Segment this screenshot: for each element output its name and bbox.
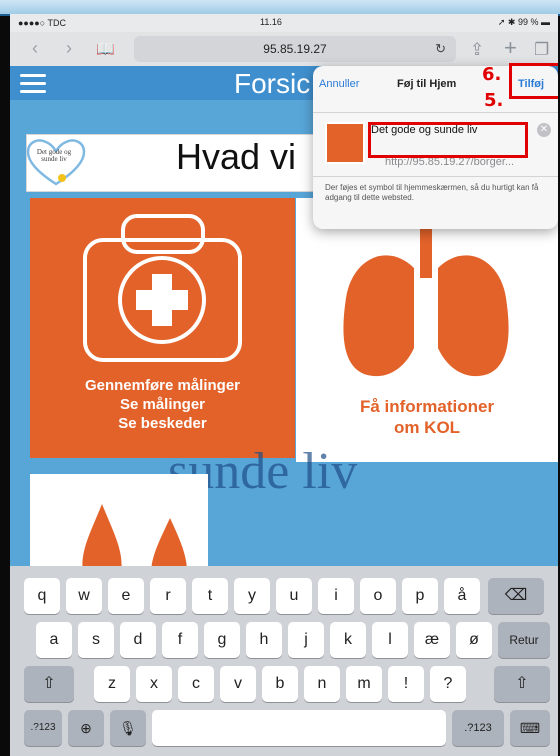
measure-line-1: Gennemføre målinger — [84, 377, 241, 394]
key-exclamation[interactable]: ! — [388, 666, 424, 702]
annotation-step6: 6. — [482, 64, 502, 85]
key-z[interactable]: z — [94, 666, 130, 702]
key-h[interactable]: h — [246, 622, 282, 658]
carrier-label: ●●●●○ TDC — [18, 18, 67, 28]
key-w[interactable]: w — [66, 578, 102, 614]
site-thumbnail — [325, 122, 365, 164]
reload-icon[interactable]: ↻ — [435, 41, 446, 57]
backspace-icon[interactable]: ⌫ — [488, 578, 544, 614]
key-b[interactable]: b — [262, 666, 298, 702]
key-x[interactable]: x — [136, 666, 172, 702]
measurements-tile[interactable]: Gennemføre målinger Se målinger Se beske… — [30, 198, 295, 458]
measure-line-3: Se beskeder — [118, 415, 207, 432]
blood-tile[interactable] — [30, 474, 208, 566]
share-icon[interactable]: ⇪ — [470, 40, 484, 60]
blood-drops-icon — [82, 504, 187, 566]
return-key[interactable]: Retur — [498, 622, 550, 658]
logo-text: Det gode og sunde liv — [36, 148, 72, 163]
key-g[interactable]: g — [204, 622, 240, 658]
tabs-icon[interactable]: ❐ — [534, 40, 549, 60]
key-u[interactable]: u — [276, 578, 312, 614]
key-y[interactable]: y — [234, 578, 270, 614]
onscreen-keyboard: q w e r t y u i o p å ⌫ a s d f g h j k … — [10, 566, 558, 756]
status-bar: ●●●●○ TDC 11.16 ➚ ✱ 99 % ▬ — [10, 14, 558, 32]
key-j[interactable]: j — [288, 622, 324, 658]
key-m[interactable]: m — [346, 666, 382, 702]
key-d[interactable]: d — [120, 622, 156, 658]
globe-icon[interactable]: ⊕ — [68, 710, 104, 746]
ipad-screen: ●●●●○ TDC 11.16 ➚ ✱ 99 % ▬ ‹ › 📖 95.85.1… — [10, 14, 558, 756]
key-a[interactable]: a — [36, 622, 72, 658]
forward-icon[interactable]: › — [66, 38, 72, 59]
menu-icon[interactable] — [20, 74, 46, 98]
numbers-key[interactable]: .?123 — [24, 710, 62, 746]
address-bar[interactable]: 95.85.19.27 ↻ — [134, 36, 456, 62]
keyboard-hide-icon[interactable]: ⌨ — [510, 710, 550, 746]
microphone-icon[interactable]: 🎙 — [110, 710, 146, 746]
kol-info-tile[interactable]: Få informationer om KOL — [296, 198, 558, 462]
numbers-key[interactable]: .?123 — [452, 710, 504, 746]
key-o[interactable]: o — [360, 578, 396, 614]
key-s[interactable]: s — [78, 622, 114, 658]
key-question[interactable]: ? — [430, 666, 466, 702]
key-i[interactable]: i — [318, 578, 354, 614]
popover-title: Føj til Hjem — [397, 78, 457, 90]
annotation-box-step5 — [368, 122, 528, 158]
back-icon[interactable]: ‹ — [32, 38, 38, 59]
site-brand: Forsic — [234, 68, 311, 99]
shift-icon[interactable]: ⇧ — [494, 666, 550, 702]
key-c[interactable]: c — [178, 666, 214, 702]
annotation-box-step6 — [509, 63, 558, 99]
measurements-label: Gennemføre målinger Se målinger Se beske… — [30, 376, 295, 433]
divider — [313, 176, 558, 177]
page-heading: Hvad vi — [176, 136, 297, 177]
new-tab-icon[interactable]: + — [504, 35, 517, 61]
battery-level: ➚ ✱ 99 % ▬ — [497, 17, 550, 27]
key-n[interactable]: n — [304, 666, 340, 702]
key-t[interactable]: t — [192, 578, 228, 614]
address-text: 95.85.19.27 — [263, 42, 327, 56]
popover-description: Der føjes et symbol til hjemmeskærmen, s… — [325, 183, 539, 202]
key-aa[interactable]: å — [444, 578, 480, 614]
divider — [313, 112, 558, 113]
measure-line-2: Se målinger — [119, 396, 206, 413]
kol-label: Få informationer om KOL — [296, 396, 558, 438]
annotation-step5: 5. — [484, 90, 504, 111]
key-e[interactable]: e — [108, 578, 144, 614]
clear-text-icon[interactable]: ✕ — [537, 123, 551, 137]
key-ae[interactable]: æ — [414, 622, 450, 658]
safari-toolbar: ‹ › 📖 95.85.19.27 ↻ ⇪ + ❐ — [10, 32, 558, 67]
shift-icon[interactable]: ⇧ — [24, 666, 74, 702]
key-oe[interactable]: ø — [456, 622, 492, 658]
key-k[interactable]: k — [330, 622, 366, 658]
kol-line-2: om KOL — [393, 418, 461, 437]
key-p[interactable]: p — [402, 578, 438, 614]
key-r[interactable]: r — [150, 578, 186, 614]
kol-line-1: Få informationer — [359, 397, 495, 416]
bookmarks-icon[interactable]: 📖 — [96, 40, 115, 58]
key-l[interactable]: l — [372, 622, 408, 658]
clock: 11.16 — [260, 17, 282, 27]
cancel-button[interactable]: Annuller — [319, 78, 359, 90]
key-f[interactable]: f — [162, 622, 198, 658]
key-q[interactable]: q — [24, 578, 60, 614]
first-aid-kit-icon — [83, 214, 242, 362]
space-bar[interactable] — [152, 710, 446, 746]
key-v[interactable]: v — [220, 666, 256, 702]
